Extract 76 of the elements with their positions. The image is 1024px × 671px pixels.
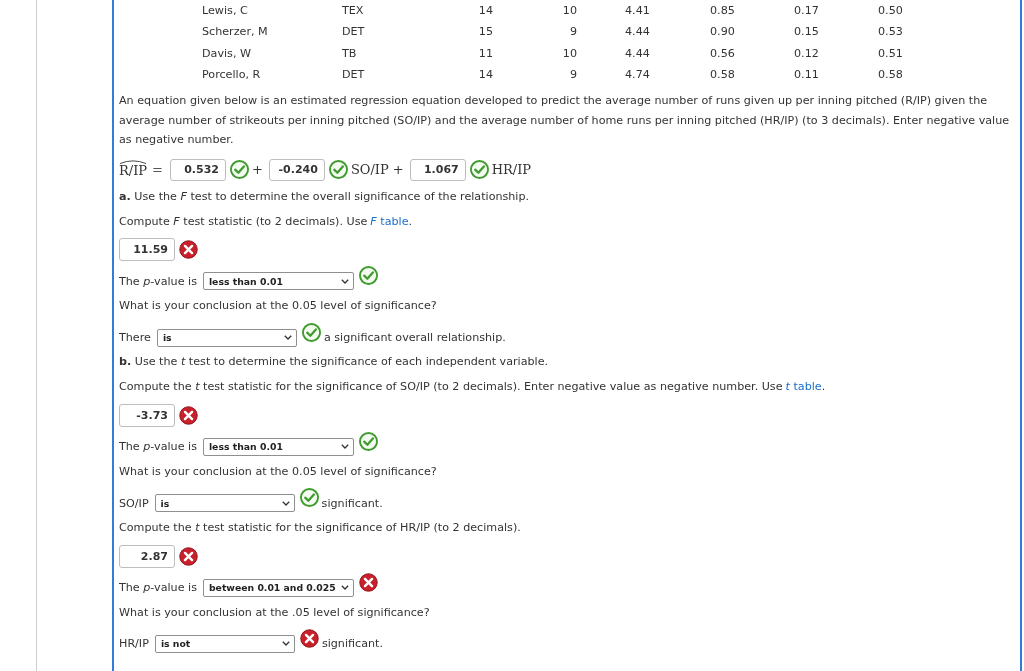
- answer-dropdown[interactable]: less than 0.01: [202, 272, 354, 291]
- table-cell: 4.41: [625, 3, 650, 18]
- table-cell: 0.15: [794, 25, 819, 40]
- answer-input[interactable]: 11.59: [119, 238, 175, 262]
- table-cell: 0.58: [710, 67, 735, 82]
- question-text: What is your conclusion at the .05 level of significance?: [119, 604, 430, 621]
- question-text: Compute F test statistic (to 2 decimals). Use F table.: [119, 213, 413, 230]
- table-cell: 0.56: [710, 46, 735, 61]
- table-cell: 4.44: [625, 25, 650, 40]
- table-cell: 11: [478, 46, 493, 61]
- table-cell: 15: [478, 25, 493, 40]
- chevron-down-icon: [281, 500, 290, 506]
- dropdown-label: The p-value is: [119, 440, 197, 454]
- table-cell: 9: [569, 67, 577, 82]
- answer-input[interactable]: 2.87: [119, 544, 175, 568]
- chevron-down-icon: [340, 585, 349, 591]
- instruction-text: An equation given below is an estimated regression equation developed to predict the average number of runs given up per inning pitched (R/IP) given the average number of strikeouts per inning pitched (SO/IP) and the average number of home runs per inning pitched (HR/IP) (to 3 decimals). Enter negative value as negative number.: [119, 93, 1011, 149]
- answer-dropdown[interactable]: is not: [154, 635, 295, 653]
- table-cell: 14: [478, 3, 493, 18]
- table-cell: 10: [562, 3, 577, 18]
- chevron-down-icon: [340, 278, 349, 284]
- dropdown-label: There: [119, 331, 151, 345]
- chevron-down-icon: [281, 641, 290, 647]
- table-cell: 0.17: [794, 3, 819, 18]
- table-cell: 0.50: [878, 3, 903, 18]
- table-cell: Porcello, R: [202, 67, 261, 82]
- table-cell: 14: [478, 67, 493, 82]
- question-text: Compute the t test statistic for the significance of HR/IP (to 2 decimals).: [119, 519, 521, 536]
- answer-dropdown[interactable]: less than 0.01: [202, 437, 354, 456]
- table-cell: 0.53: [878, 25, 903, 40]
- equals-sign: =: [152, 162, 163, 178]
- chevron-down-icon: [340, 444, 349, 450]
- table-cell: Davis, W: [202, 46, 251, 61]
- question-text: b. Use the t test to determine the significance of each independent variable.: [119, 354, 549, 371]
- equation-lhs: R/IP: [119, 163, 148, 179]
- table-cell: Lewis, C: [202, 3, 248, 18]
- table-cell: 0.58: [878, 67, 903, 82]
- dropdown-trailing-text: a significant overall relationship.: [323, 331, 506, 345]
- table-cell: 4.44: [625, 46, 650, 61]
- equation-term: SO/IP +: [350, 162, 404, 178]
- question-text: a. Use the F test to determine the overall significance of the relationship.: [119, 188, 530, 205]
- table-link[interactable]: t table: [785, 380, 822, 394]
- dropdown-trailing-text: significant.: [321, 637, 383, 651]
- chevron-down-icon: [283, 335, 292, 341]
- dropdown-label: The p-value is: [119, 274, 197, 288]
- table-link[interactable]: F table: [370, 214, 409, 228]
- table-cell: 10: [562, 46, 577, 61]
- table-cell: 0.11: [794, 67, 819, 82]
- table-cell: TB: [342, 46, 357, 61]
- question-text: What is your conclusion at the 0.05 level of significance?: [119, 298, 437, 315]
- coefficient-input[interactable]: 0.532: [169, 159, 226, 181]
- dropdown-label: The p-value is: [119, 581, 197, 595]
- table-cell: 9: [569, 25, 577, 40]
- table-cell: Scherzer, M: [202, 25, 268, 40]
- dropdown-trailing-text: significant.: [321, 496, 383, 510]
- answer-dropdown[interactable]: is: [156, 328, 297, 347]
- question-text: What is your conclusion at the 0.05 level of significance?: [119, 463, 437, 480]
- table-cell: 0.51: [878, 46, 903, 61]
- answer-dropdown[interactable]: between 0.01 and 0.025: [202, 578, 354, 597]
- equation-term: +: [251, 162, 263, 178]
- hat-accent-icon: [119, 159, 148, 165]
- table-cell: TEX: [342, 3, 364, 18]
- answer-dropdown[interactable]: is: [154, 494, 295, 513]
- question-text: Compute the t test statistic for the significance of SO/IP (to 2 decimals). Enter negative value as negative number. Use t table.: [119, 379, 826, 396]
- dropdown-label: HR/IP: [119, 637, 149, 651]
- equation-term: HR/IP: [491, 162, 532, 178]
- table-cell: DET: [342, 67, 365, 82]
- table-cell: 4.74: [625, 67, 650, 82]
- answer-input[interactable]: -3.73: [119, 403, 175, 427]
- table-cell: 0.85: [710, 3, 735, 18]
- coefficient-input[interactable]: -0.240: [268, 159, 325, 181]
- dropdown-label: SO/IP: [119, 496, 149, 510]
- coefficient-input[interactable]: 1.067: [409, 159, 466, 181]
- table-cell: 0.12: [794, 46, 819, 61]
- table-cell: 0.90: [710, 25, 735, 40]
- table-cell: DET: [342, 25, 365, 40]
